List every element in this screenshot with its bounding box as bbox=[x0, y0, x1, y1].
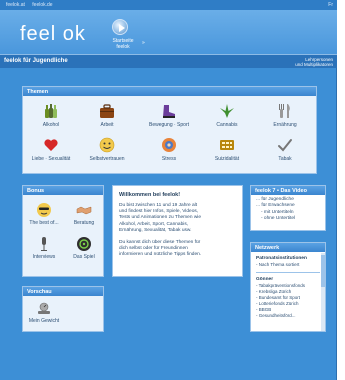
section-title-bar: feelok für Jugendliche Lehrpersonen und … bbox=[0, 54, 337, 68]
theme-cannabis[interactable]: Cannabis bbox=[205, 103, 249, 128]
themen-title: Themen bbox=[23, 87, 316, 96]
heart-icon bbox=[44, 139, 58, 151]
divider bbox=[256, 272, 320, 273]
sneaker-icon bbox=[163, 105, 175, 118]
game-globe-icon bbox=[77, 237, 91, 251]
beer-bottles-icon bbox=[45, 104, 57, 118]
video-link-without-subtitles[interactable]: - ohne Untertitel bbox=[256, 216, 295, 222]
handshake-icon bbox=[76, 206, 92, 215]
themen-panel: Themen Alkohol Arbeit Bewegung · Sport C… bbox=[22, 86, 317, 174]
bonus-label: Das Spiel bbox=[73, 254, 95, 260]
theme-label: Liebe · Sexualität bbox=[31, 156, 71, 162]
video-link-adults[interactable]: ... für Erwachsene bbox=[256, 203, 295, 209]
netzwerk-link[interactable]: - Nach Thema sortiert bbox=[256, 262, 320, 268]
language-link[interactable]: Fr bbox=[328, 2, 333, 8]
netzwerk-scrollbar[interactable] bbox=[321, 253, 325, 331]
bonus-label: Interviews bbox=[32, 254, 56, 260]
feelok-logo[interactable]: feel ok bbox=[20, 23, 86, 46]
netzwerk-panel: Netzwerk Patronatsinstitutionen - Nach T… bbox=[250, 242, 326, 332]
netzwerk-link[interactable]: - Gesundheitsförd... bbox=[256, 313, 320, 319]
stress-face-icon bbox=[162, 138, 176, 152]
scale-icon bbox=[38, 302, 50, 314]
teachers-link[interactable]: Lehrpersonen und Multiplikatoren bbox=[295, 57, 333, 67]
vorschau-label: Mein Gewicht bbox=[28, 318, 60, 324]
theme-selbstvertrauen[interactable]: Selbstvertrauen bbox=[85, 137, 129, 162]
theme-label: Ernährung bbox=[273, 122, 297, 128]
header: feel ok Startseite feelok » bbox=[0, 10, 337, 54]
page: feelok.at feelok.de Fr feel ok Startseit… bbox=[0, 0, 337, 380]
theme-liebe-sexualitaet[interactable]: Liebe · Sexualität bbox=[29, 137, 73, 162]
teachers-link-line-2: und Multiplikatoren bbox=[295, 62, 333, 67]
netzwerk-title: Netzwerk bbox=[251, 243, 325, 252]
theme-label: Suizidalität bbox=[214, 156, 240, 162]
top-link-bar: feelok.at feelok.de Fr bbox=[0, 0, 337, 10]
theme-label: Tabak bbox=[278, 156, 292, 162]
theme-stress[interactable]: Stress bbox=[147, 137, 191, 162]
home-link[interactable]: Startseite feelok » bbox=[103, 38, 145, 50]
bonus-best-of[interactable]: The best of... bbox=[26, 202, 62, 226]
theme-label: Bewegung · Sport bbox=[148, 122, 190, 128]
theme-label: Selbstvertrauen bbox=[89, 156, 125, 162]
bonus-beratung[interactable]: Beratung bbox=[66, 202, 102, 226]
smiley-face-icon bbox=[99, 137, 115, 153]
theme-tabak[interactable]: Tabak bbox=[263, 137, 307, 162]
welcome-panel: Willkommen bei feelok! Du bist zwischen … bbox=[112, 185, 243, 277]
feelok-de-link[interactable]: feelok.de bbox=[32, 2, 52, 8]
welcome-paragraph-1: Du bist zwischen 11 und 19 Jahre alt und… bbox=[119, 203, 239, 234]
home-label-2: feelok bbox=[116, 44, 130, 50]
video-link-with-subtitles[interactable]: - mit Untertiteln bbox=[256, 210, 295, 216]
home-separator: » bbox=[142, 40, 145, 46]
briefcase-icon bbox=[100, 104, 114, 118]
theme-suizidalitaet[interactable]: Suizidalität bbox=[205, 137, 249, 162]
welcome-p2-line: informieren und nützliche Tipps finden. bbox=[119, 252, 202, 258]
cannabis-leaf-icon bbox=[220, 104, 234, 118]
theme-label: Arbeit bbox=[100, 122, 114, 128]
cool-smiley-icon bbox=[37, 203, 51, 217]
cigarette-check-icon bbox=[278, 139, 292, 152]
feelok-at-link[interactable]: feelok.at bbox=[6, 2, 25, 8]
bonus-label: Beratung bbox=[73, 220, 95, 226]
page-title: feelok für Jugendliche bbox=[4, 58, 68, 64]
theme-label: Alkohol bbox=[42, 122, 60, 128]
theme-label: Cannabis bbox=[216, 122, 238, 128]
video-panel: feelok 7 • Das Video ... für Jugendliche… bbox=[250, 185, 326, 231]
bonus-title: Bonus bbox=[23, 186, 103, 195]
bonus-das-spiel[interactable]: Das Spiel bbox=[66, 236, 102, 260]
theme-alkohol[interactable]: Alkohol bbox=[29, 103, 73, 128]
theme-bewegung-sport[interactable]: Bewegung · Sport bbox=[147, 103, 191, 128]
bonus-label: The best of... bbox=[29, 220, 59, 226]
vorschau-mein-gewicht[interactable]: Mein Gewicht bbox=[26, 300, 62, 324]
welcome-paragraph-2: Du kannst dich über diese Themen für dic… bbox=[119, 240, 239, 259]
theme-label: Stress bbox=[161, 156, 177, 162]
vorschau-panel: Vorschau Mein Gewicht bbox=[22, 286, 104, 332]
theme-arbeit[interactable]: Arbeit bbox=[85, 103, 129, 128]
welcome-p1-line: Ernährung, Sexualität, Tabak usw. bbox=[119, 227, 192, 233]
scrollbar-thumb[interactable] bbox=[321, 255, 325, 287]
home-play-icon[interactable] bbox=[112, 19, 128, 35]
bonus-interviews[interactable]: Interviews bbox=[26, 236, 62, 260]
microphone-icon bbox=[41, 237, 47, 251]
welcome-heading: Willkommen bei feelok! bbox=[119, 192, 181, 198]
video-title: feelok 7 • Das Video bbox=[251, 186, 325, 195]
pill-pack-icon bbox=[220, 140, 234, 150]
bonus-panel: Bonus The best of... Beratung Interviews bbox=[22, 185, 104, 277]
fork-knife-icon bbox=[279, 104, 290, 118]
vorschau-title: Vorschau bbox=[23, 287, 103, 296]
theme-ernaehrung[interactable]: Ernährung bbox=[263, 103, 307, 128]
